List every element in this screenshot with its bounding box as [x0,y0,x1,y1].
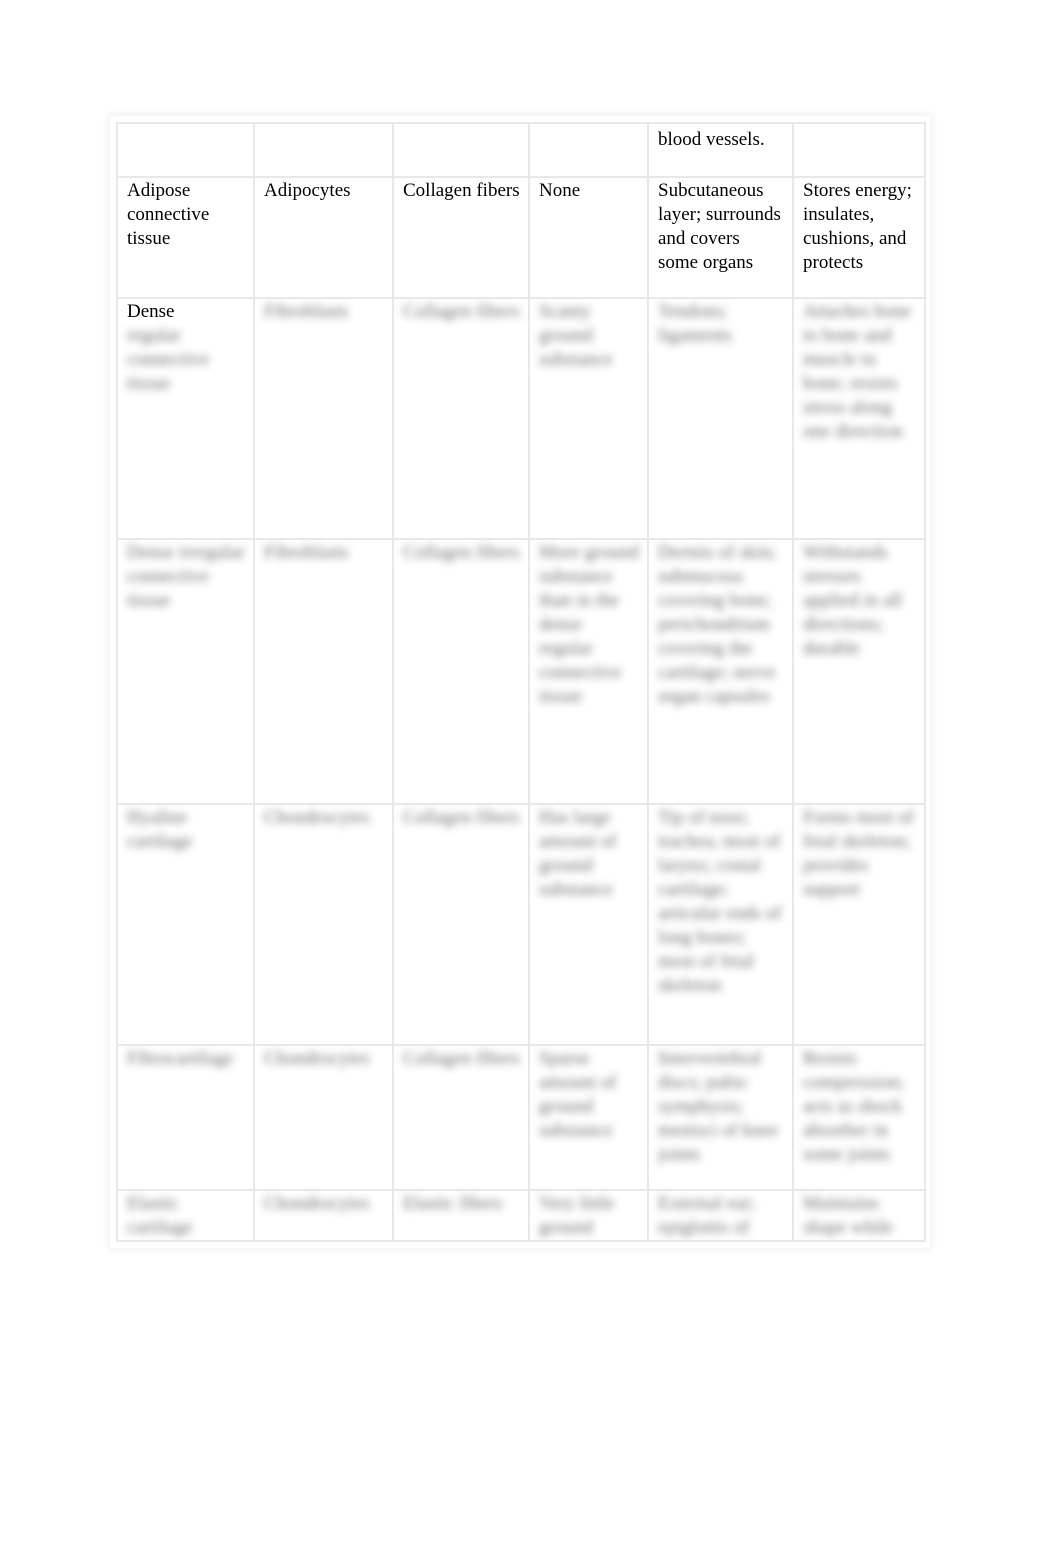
table-cell-cells: Chondrocytes [253,803,394,1046]
table-cell-ground-substance: More ground substance than in the dense … [528,538,649,805]
table-cell-location: Tendons; ligaments [647,297,794,540]
cell-text: Adipocytes [264,180,351,201]
table-row-hyaline-cartilage: Hyaline cartilage Chondrocytes Collagen … [116,803,926,1046]
cell-text: Collagen fibers [403,301,520,322]
table-row-adipose: Adipose connective tissue Adipocytes Col… [116,176,926,299]
table-cell-ground-substance: None [528,176,649,299]
table-cell-function: Maintains shape while [792,1189,926,1242]
table-row-continuation: blood vessels. [116,122,926,178]
table-cell [792,122,926,178]
table-cell-fibers: Collagen fibers [392,297,530,540]
cell-text: Tendons; ligaments [658,301,732,346]
table-cell-function: Forms most of fetal skeleton; provides s… [792,803,926,1046]
table-cell-tissue: Elastic cartilage [116,1189,255,1242]
cell-text: Subcutaneous layer; surrounds and covers… [658,180,781,273]
table-cell-tissue: Dense irregular connective tissue [116,538,255,805]
cell-text: Scanty ground substance [539,301,613,370]
table-cell-location: Intervertebral discs; pubic symphysis; m… [647,1044,794,1191]
table-cell-fibers: Collagen fibers [392,803,530,1046]
cell-text: More ground substance than in the dense … [539,542,639,707]
table-cell-cells: Adipocytes [253,176,394,299]
cell-text: Collagen fibers [403,180,520,201]
table-cell-location: Subcutaneous layer; surrounds and covers… [647,176,794,299]
table-cell-location: Tip of nose; trachea; most of larynx; co… [647,803,794,1046]
table-row-elastic-cartilage: Elastic cartilage Chondrocytes Elastic f… [116,1189,926,1242]
document-page: blood vessels. Adipose connective tissue… [0,0,1062,1561]
table-row-fibrocartilage: Fibrocartilage Chondrocytes Collagen fib… [116,1044,926,1191]
table-cell [528,122,649,178]
table-cell [253,122,394,178]
cell-text: Elastic cartilage [127,1193,193,1238]
cell-text: Withstands stresses applied in all direc… [803,542,903,659]
table-cell [116,122,255,178]
cell-text: Maintains shape while [803,1193,894,1238]
table-cell-cells: Fibroblasts [253,297,394,540]
cell-text: Dense irregular connective tissue [127,542,245,611]
table-cell: blood vessels. [647,122,794,178]
table-cell-cells: Chondrocytes [253,1044,394,1191]
cell-text: Chondrocytes [264,1048,370,1069]
table-cell-function: Attaches bone to bone and muscle to bone… [792,297,926,540]
table-row-dense-irregular: Dense irregular connective tissue Fibrob… [116,538,926,805]
table-cell-ground-substance: Sparse amount of ground substance [528,1044,649,1191]
table-cell-tissue: Adipose connective tissue [116,176,255,299]
cell-text: Collagen fibers [403,807,520,828]
table-cell-function: Resists compression; acts as shock absor… [792,1044,926,1191]
cell-text: Collagen fibers [403,542,520,563]
cell-text: Elastic fibers [403,1193,503,1214]
table-row-dense-regular: Dense regular connective tissue Fibrobla… [116,297,926,540]
cell-text: Has large amount of ground substance [539,807,617,900]
table-cell-fibers: Collagen fibers [392,538,530,805]
cell-text: Tip of nose; trachea; most of larynx; co… [658,807,782,996]
cell-text: blood vessels. [658,129,765,150]
table-cell-ground-substance: Scanty ground substance [528,297,649,540]
table-cell [392,122,530,178]
cell-text: Hyaline cartilage [127,807,193,852]
cell-text: Sparse amount of ground substance [539,1048,617,1141]
table-cell-location: External ear; epiglottis of [647,1189,794,1242]
cell-text: None [539,180,581,201]
cell-text: External ear; epiglottis of [658,1193,756,1238]
table-cell-tissue: Hyaline cartilage [116,803,255,1046]
cell-text: Collagen fibers [403,1048,520,1069]
table-cell-function: Withstands stresses applied in all direc… [792,538,926,805]
table-cell-cells: Chondrocytes [253,1189,394,1242]
table-cell-fibers: Collagen fibers [392,176,530,299]
tissue-comparison-table: blood vessels. Adipose connective tissue… [116,122,926,1242]
table-cell-ground-substance: Has large amount of ground substance [528,803,649,1046]
cell-text: Fibroblasts [264,301,349,322]
tissue-table-container: blood vessels. Adipose connective tissue… [116,122,926,1242]
cell-text: Chondrocytes [264,807,370,828]
table-cell-tissue: Dense regular connective tissue [116,297,255,540]
table-cell-ground-substance: Very little ground [528,1189,649,1242]
cell-text: Resists compression; acts as shock absor… [803,1048,905,1165]
cell-text: Attaches bone to bone and muscle to bone… [803,301,912,442]
cell-text: Chondrocytes [264,1193,370,1214]
cell-text: Adipose connective tissue [127,180,210,249]
table-cell-fibers: Collagen fibers [392,1044,530,1191]
cell-text: Intervertebral discs; pubic symphysis; m… [658,1048,779,1165]
cell-text: Fibroblasts [264,542,349,563]
cell-text: Very little ground [539,1193,615,1238]
cell-text: Dermis of skin; submucosa covering bone;… [658,542,777,707]
cell-text: Forms most of fetal skeleton; provides s… [803,807,914,900]
cell-text-legible: Dense [127,301,175,322]
table-cell-function: Stores energy; insulates, cushions, and … [792,176,926,299]
table-cell-tissue: Fibrocartilage [116,1044,255,1191]
cell-text-blurred: regular connective tissue [127,325,210,394]
cell-text: Fibrocartilage [127,1048,234,1069]
table-cell-location: Dermis of skin; submucosa covering bone;… [647,538,794,805]
table-cell-fibers: Elastic fibers [392,1189,530,1242]
cell-text: Stores energy; insulates, cushions, and … [803,180,912,273]
table-cell-cells: Fibroblasts [253,538,394,805]
